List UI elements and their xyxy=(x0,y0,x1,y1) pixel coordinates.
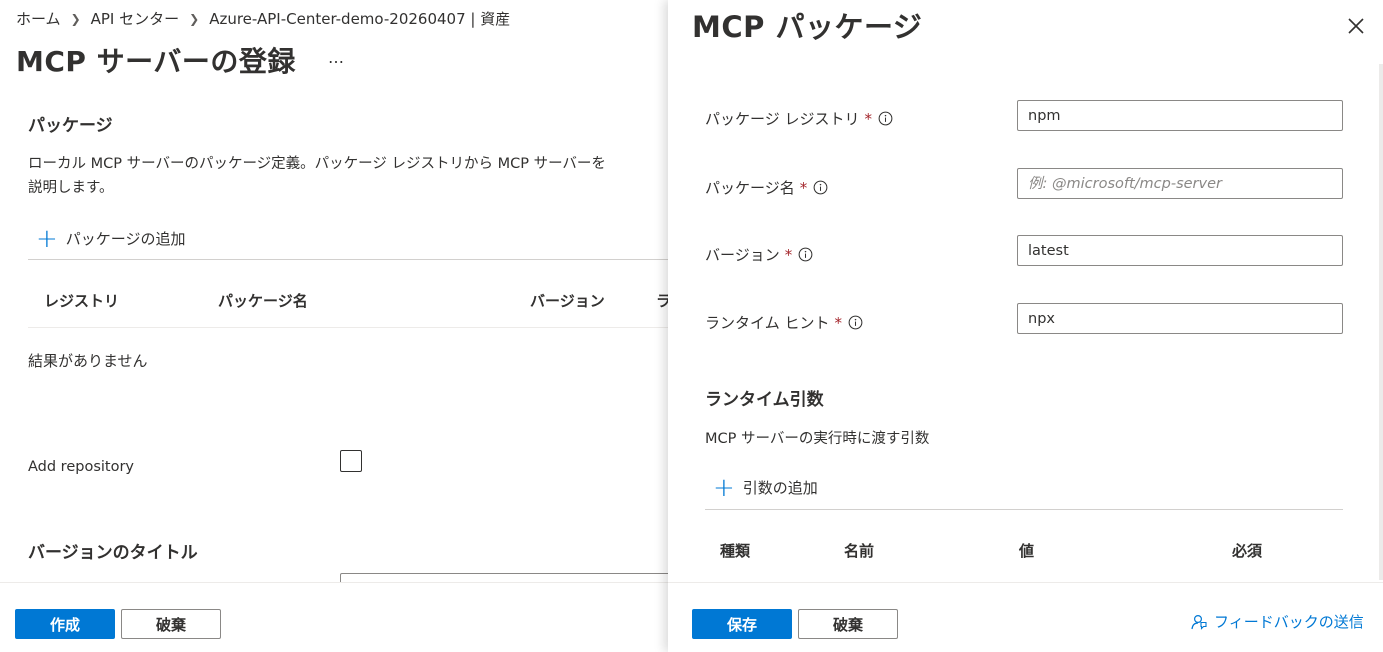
chevron-right-icon: ❯ xyxy=(70,11,81,26)
required-mark: * xyxy=(834,313,842,332)
column-header-required[interactable]: 必須 xyxy=(1232,540,1262,561)
runtime-hint-input[interactable] xyxy=(1017,303,1343,334)
panel-footer: 保存 破棄 フィードバックの送信 xyxy=(668,582,1383,652)
add-package-label: パッケージの追加 xyxy=(65,230,186,248)
version-input[interactable] xyxy=(1017,235,1343,266)
empty-state-text: 結果がありません xyxy=(28,352,148,370)
packages-heading: パッケージ xyxy=(28,116,113,136)
info-icon[interactable] xyxy=(813,180,828,195)
column-header-version[interactable]: バージョン xyxy=(530,290,605,311)
required-mark: * xyxy=(864,109,872,128)
info-icon[interactable] xyxy=(848,315,863,330)
column-header-value[interactable]: 値 xyxy=(1019,540,1034,561)
column-header-type[interactable]: 種類 xyxy=(720,540,750,561)
field-label-text: パッケージ名 xyxy=(705,179,795,197)
add-repository-label: Add repository xyxy=(28,459,135,475)
register-mcp-server-page: ホーム ❯ API センター ❯ Azure-API-Center-demo-2… xyxy=(0,0,668,652)
field-label-registry: パッケージ レジストリ * xyxy=(705,108,893,129)
discard-button[interactable]: 破棄 xyxy=(798,609,898,639)
column-header-name[interactable]: 名前 xyxy=(844,540,874,561)
field-label-text: パッケージ レジストリ xyxy=(705,110,860,128)
mcp-package-panel: MCP パッケージ パッケージ レジストリ * パッケージ名 * バージョン *… xyxy=(668,0,1383,652)
add-icon: + xyxy=(713,472,735,503)
save-button[interactable]: 保存 xyxy=(692,609,792,639)
page-title: MCP サーバーの登録 xyxy=(16,45,296,78)
more-icon[interactable]: … xyxy=(328,48,344,67)
package-name-input[interactable] xyxy=(1017,168,1343,199)
runtime-args-heading: ランタイム引数 xyxy=(705,390,824,410)
field-label-version: バージョン * xyxy=(705,244,813,265)
add-package-button[interactable]: + パッケージの追加 xyxy=(36,223,186,254)
add-icon: + xyxy=(36,223,58,254)
add-repository-checkbox[interactable] xyxy=(340,450,362,472)
chevron-right-icon: ❯ xyxy=(189,11,200,26)
column-header-package-name[interactable]: パッケージ名 xyxy=(218,290,308,311)
panel-scrollbar[interactable] xyxy=(1379,64,1383,580)
packages-description-line1: ローカル MCP サーバーのパッケージ定義。パッケージ レジストリから MCP … xyxy=(28,156,606,172)
panel-title: MCP パッケージ xyxy=(692,10,923,44)
column-header-runtime[interactable]: ラ xyxy=(656,290,668,311)
field-label-package-name: パッケージ名 * xyxy=(705,177,828,198)
feedback-label: フィードバックの送信 xyxy=(1214,613,1364,631)
info-icon[interactable] xyxy=(878,111,893,126)
close-icon[interactable] xyxy=(1344,14,1368,38)
send-feedback-link[interactable]: フィードバックの送信 xyxy=(1190,611,1364,632)
discard-button[interactable]: 破棄 xyxy=(121,609,221,639)
left-footer: 作成 破棄 xyxy=(0,582,668,652)
info-icon[interactable] xyxy=(798,247,813,262)
field-label-text: ランタイム ヒント xyxy=(705,314,830,332)
divider xyxy=(28,259,668,260)
add-argument-button[interactable]: + 引数の追加 xyxy=(713,472,818,503)
breadcrumb-assets[interactable]: Azure-API-Center-demo-20260407 | 資産 xyxy=(209,8,510,29)
runtime-args-description: MCP サーバーの実行時に渡す引数 xyxy=(705,431,930,447)
required-mark: * xyxy=(784,245,793,264)
packages-description: ローカル MCP サーバーのパッケージ定義。パッケージ レジストリから MCP … xyxy=(28,152,668,200)
required-mark: * xyxy=(799,178,808,197)
version-title-heading: バージョンのタイトル xyxy=(28,543,198,563)
breadcrumb: ホーム ❯ API センター ❯ Azure-API-Center-demo-2… xyxy=(16,8,510,29)
breadcrumb-home[interactable]: ホーム xyxy=(16,8,61,29)
column-header-registry[interactable]: レジストリ xyxy=(44,290,119,311)
feedback-icon xyxy=(1190,613,1208,631)
add-argument-label: 引数の追加 xyxy=(742,479,818,497)
table-header-divider xyxy=(28,327,668,328)
packages-description-line2: 説明します。 xyxy=(28,180,114,196)
field-label-text: バージョン xyxy=(705,246,780,264)
breadcrumb-api-center[interactable]: API センター xyxy=(91,8,180,29)
divider xyxy=(705,509,1343,510)
package-registry-input[interactable] xyxy=(1017,100,1343,131)
create-button[interactable]: 作成 xyxy=(15,609,115,639)
field-label-runtime-hint: ランタイム ヒント * xyxy=(705,312,863,333)
